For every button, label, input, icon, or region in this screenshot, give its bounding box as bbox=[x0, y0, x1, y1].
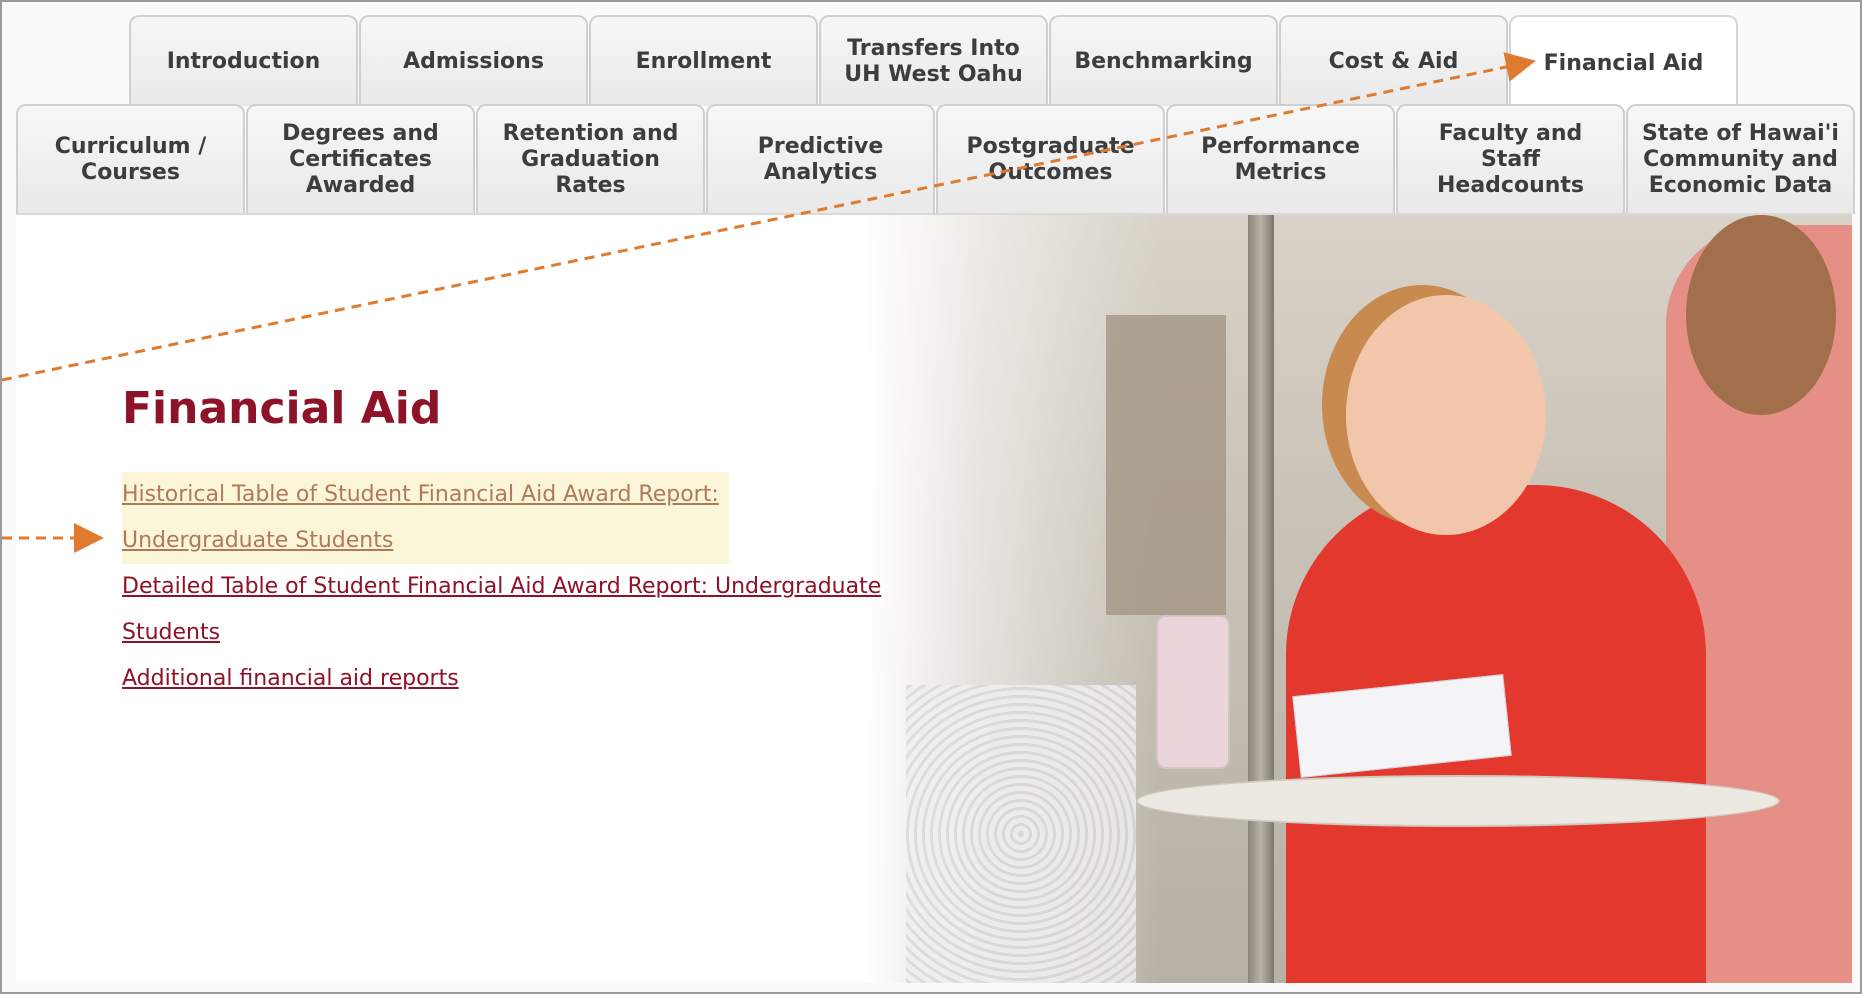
historical-report-link-line1[interactable]: Historical Table of Student Financial Ai… bbox=[122, 472, 719, 518]
tab-row-top: Introduction Admissions Enrollment Trans… bbox=[129, 15, 1739, 110]
tab-degrees[interactable]: Degrees and Certificates Awarded bbox=[246, 104, 475, 214]
tab-label: Degrees and Certificates Awarded bbox=[282, 121, 439, 198]
tab-enrollment[interactable]: Enrollment bbox=[589, 15, 818, 106]
detailed-report-link-line2[interactable]: Students bbox=[122, 610, 982, 656]
tab-label: Faculty and Staff Headcounts bbox=[1436, 121, 1585, 198]
tab-label: Admissions bbox=[403, 48, 544, 74]
page-title: Financial Aid bbox=[122, 383, 442, 434]
photo-table bbox=[1136, 775, 1780, 827]
tab-retention[interactable]: Retention and Graduation Rates bbox=[476, 104, 705, 214]
tab-postgraduate[interactable]: Postgraduate Outcomes bbox=[936, 104, 1165, 214]
tab-label: Retention and Graduation Rates bbox=[502, 121, 679, 198]
hero-photo bbox=[866, 215, 1852, 983]
tab-introduction[interactable]: Introduction bbox=[129, 15, 358, 106]
tab-row-bottom: Curriculum / Courses Degrees and Certifi… bbox=[16, 104, 1856, 214]
photo-cup bbox=[1156, 615, 1230, 769]
tab-predictive[interactable]: Predictive Analytics bbox=[706, 104, 935, 214]
tab-label: Curriculum / Courses bbox=[54, 134, 207, 185]
tab-label: Transfers Into UH West Oahu bbox=[844, 35, 1023, 87]
tab-label: Predictive Analytics bbox=[757, 134, 884, 185]
photo-chair bbox=[906, 685, 1136, 983]
tab-faculty[interactable]: Faculty and Staff Headcounts bbox=[1396, 104, 1625, 214]
tab-cost-aid[interactable]: Cost & Aid bbox=[1279, 15, 1508, 106]
detailed-report-link-line1[interactable]: Detailed Table of Student Financial Aid … bbox=[122, 564, 982, 610]
tab-label: Cost & Aid bbox=[1328, 48, 1459, 74]
historical-report-link-line2[interactable]: Undergraduate Students bbox=[122, 518, 719, 564]
photo-man-head bbox=[1686, 215, 1836, 415]
tab-financial-aid[interactable]: Financial Aid bbox=[1509, 15, 1738, 110]
tab-admissions[interactable]: Admissions bbox=[359, 15, 588, 106]
tab-transfers[interactable]: Transfers Into UH West Oahu bbox=[819, 15, 1048, 106]
photo-wall bbox=[1106, 315, 1226, 615]
photo-student-head bbox=[1346, 295, 1546, 535]
additional-reports-link[interactable]: Additional financial aid reports bbox=[122, 656, 982, 702]
tab-label: Enrollment bbox=[635, 48, 772, 74]
photo-umbrella-pole bbox=[1248, 215, 1274, 983]
tab-label: Postgraduate Outcomes bbox=[966, 134, 1135, 185]
tab-performance[interactable]: Performance Metrics bbox=[1166, 104, 1395, 214]
tab-benchmarking[interactable]: Benchmarking bbox=[1049, 15, 1278, 106]
tab-label: Performance Metrics bbox=[1201, 134, 1360, 185]
tab-label: Benchmarking bbox=[1074, 48, 1253, 74]
tab-label: Financial Aid bbox=[1543, 50, 1704, 76]
tab-state[interactable]: State of Hawai'i Community and Economic … bbox=[1626, 104, 1855, 214]
tab-curriculum[interactable]: Curriculum / Courses bbox=[16, 104, 245, 214]
report-links: Historical Table of Student Financial Ai… bbox=[122, 472, 982, 702]
financial-aid-panel: Financial Aid Historical Table of Studen… bbox=[16, 213, 1852, 983]
highlighted-link-group: Historical Table of Student Financial Ai… bbox=[122, 472, 729, 564]
tab-label: State of Hawai'i Community and Economic … bbox=[1642, 121, 1839, 198]
tab-label: Introduction bbox=[166, 48, 321, 74]
